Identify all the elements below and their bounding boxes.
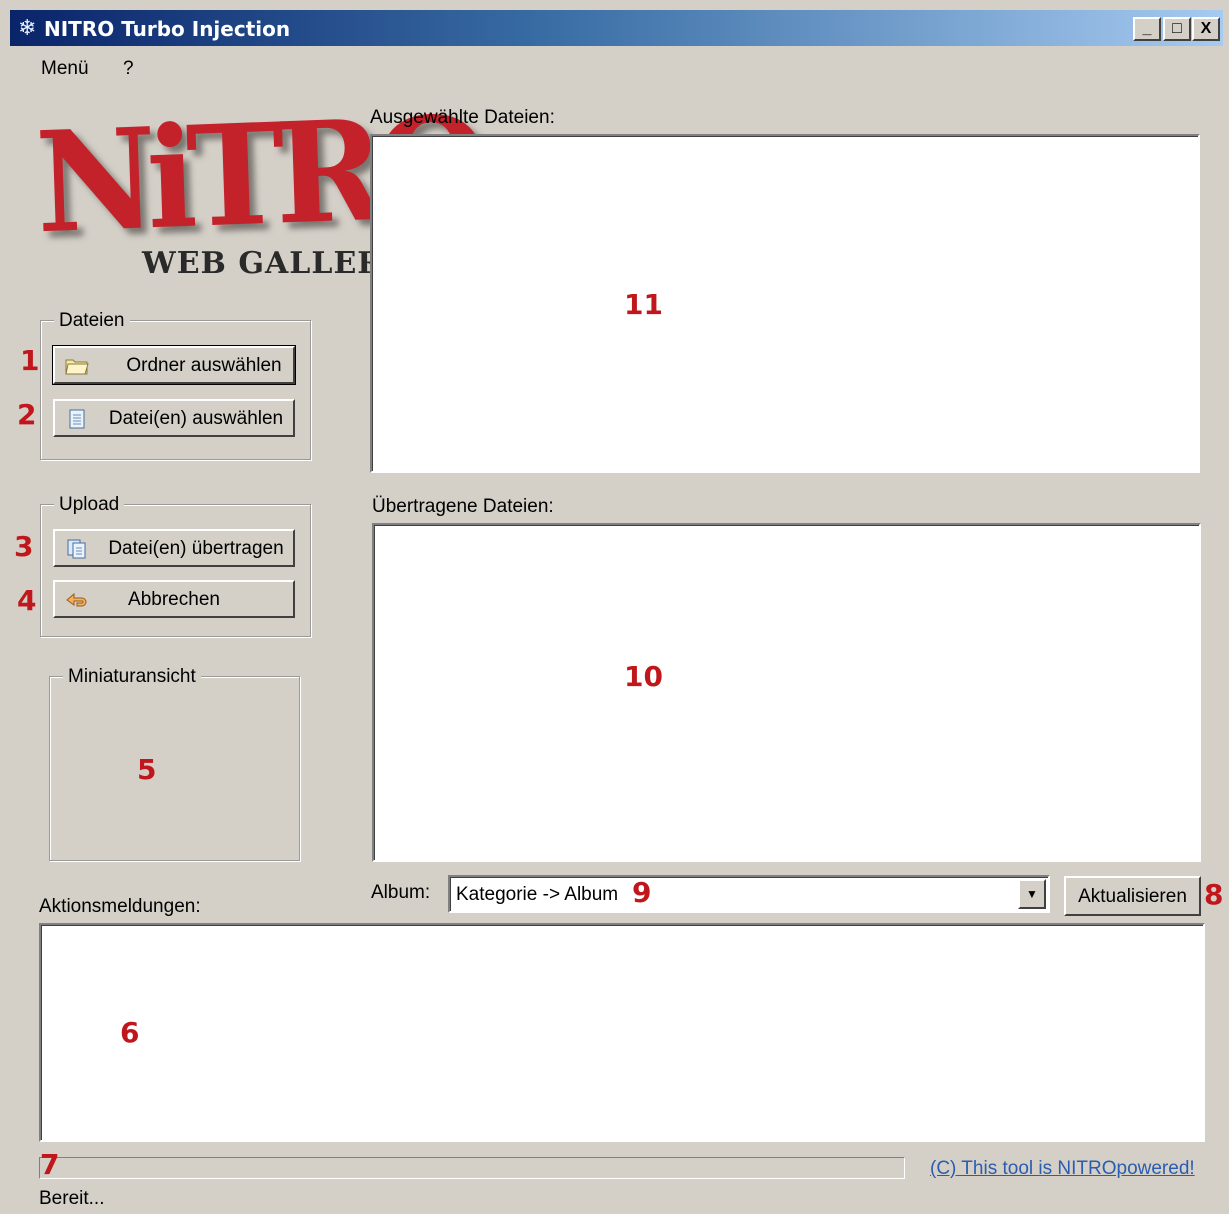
action-messages-box[interactable] [39,923,1205,1142]
selected-files-list[interactable] [370,134,1200,473]
transfer-files-button[interactable]: Datei(en) übertragen [53,529,295,567]
annotation-10: 10 [624,660,663,693]
window-title: NITRO Turbo Injection [44,17,291,41]
annotation-9: 9 [632,876,652,909]
web-gallery-logo: WEB GALLERY [142,246,405,281]
transferred-files-label: Übertragene Dateien: [372,496,554,517]
app-snowflake-icon: ❄ [18,15,37,40]
selected-files-label: Ausgewählte Dateien: [370,107,555,128]
select-folder-button[interactable]: Ordner auswählen [52,345,296,385]
transferred-files-list[interactable] [372,523,1201,862]
refresh-button[interactable]: Aktualisieren [1064,876,1201,916]
annotation-11: 11 [624,288,663,321]
progress-bar [39,1157,905,1179]
nitropowered-link[interactable]: (C) This tool is NITROpowered! [930,1158,1195,1180]
thumbnail-preview-group [49,676,300,861]
minimize-button[interactable]: _ [1133,17,1161,41]
annotation-1: 1 [20,344,40,377]
upload-group-label: Upload [54,494,125,516]
menu-item-help[interactable]: ? [123,58,134,80]
cancel-button[interactable]: Abbrechen [53,580,295,618]
select-folder-label: Ordner auswählen [126,355,282,376]
maximize-button[interactable]: □ [1163,17,1191,41]
close-button[interactable]: X [1192,17,1220,41]
transfer-files-label: Datei(en) übertragen [108,538,284,559]
album-label: Album: [371,882,431,903]
annotation-7: 7 [40,1148,60,1181]
title-bar: ❄ NITRO Turbo Injection _ □ X [10,10,1223,46]
menu-item-menu[interactable]: Menü [41,58,89,80]
annotation-6: 6 [120,1016,140,1049]
annotation-2: 2 [17,398,37,431]
album-select[interactable]: Kategorie -> Album ▼ [448,875,1050,913]
select-files-label: Datei(en) auswählen [108,408,284,429]
dateien-group [40,320,311,460]
messages-label: Aktionsmeldungen: [39,896,201,917]
select-files-button[interactable]: Datei(en) auswählen [53,399,295,437]
annotation-4: 4 [17,584,37,617]
annotation-3: 3 [14,530,34,563]
status-text: Bereit... [39,1188,105,1209]
cancel-label: Abbrechen [128,589,220,610]
document-icon [69,409,85,429]
refresh-label: Aktualisieren [1078,886,1187,907]
annotation-5: 5 [137,753,157,786]
folder-icon [65,359,89,375]
album-dropdown-button[interactable]: ▼ [1018,879,1046,909]
album-select-value: Kategorie -> Album [456,884,619,905]
chevron-down-icon: ▼ [1026,887,1038,901]
annotation-8: 8 [1204,878,1224,911]
thumbnail-preview-label: Miniaturansicht [63,666,201,688]
copy-documents-icon [67,539,86,559]
dateien-group-label: Dateien [54,310,130,332]
